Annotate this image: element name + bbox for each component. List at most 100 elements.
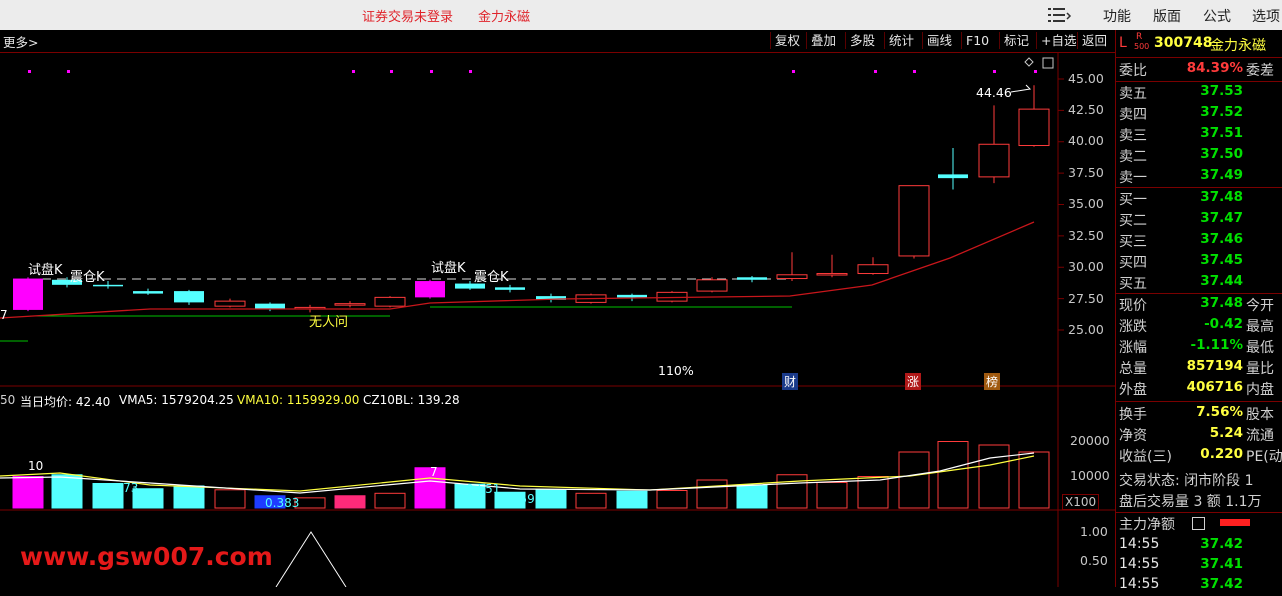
main-net-row[interactable]: 主力净额 [1116,513,1282,534]
volume-bar [214,489,246,509]
candle-body [978,143,1010,178]
candle-body [938,174,968,179]
market-tag-r: R [1136,32,1143,42]
wei-bi-row: 委比 84.39% 委差 [1116,59,1282,80]
main-net-label: 主力净额 [1119,517,1175,533]
quote-stat-row: 总量 857194 量比 [1116,357,1282,378]
volume-bar [937,441,969,509]
quote-stat-extra: 股本 [1246,407,1274,423]
quote-stat-label: 涨幅 [1119,340,1147,356]
volume-bar [616,490,648,509]
quote-stat-label: 外盘 [1119,382,1147,398]
statistics-button[interactable]: 统计 [884,32,918,49]
menu-options[interactable]: 选项 [1252,6,1280,26]
tick-time: 14:55 [1119,576,1160,592]
sell-order-label: 卖五 [1119,86,1147,102]
menu-function[interactable]: 功能 [1103,6,1131,26]
sell-order-label: 卖三 [1119,128,1147,144]
login-status: 证券交易未登录 [362,10,454,25]
menu-layout[interactable]: 版面 [1153,6,1181,26]
signal-dot [913,70,916,73]
quote-stat-label: 换手 [1119,407,1147,423]
candle-body [737,277,767,280]
window-stock-name: 金力永磁 [478,10,531,25]
candle-body [1018,108,1050,147]
candle-body [374,296,406,307]
candle-body [334,303,366,306]
sell-order-row: 卖一 37.49 [1116,166,1282,187]
price-tick: 35.00 [1068,196,1104,211]
volume-bar [374,492,406,509]
quote-stat-row: 外盘 406716 内盘 [1116,378,1282,399]
sell-order-value: 37.49 [1200,167,1243,183]
candle-body [93,284,123,287]
draw-line-button[interactable]: 画线 [922,32,956,49]
kline-chart-area[interactable]: 45.00 42.50 40.00 37.50 35.00 32.50 30.0… [0,53,1115,587]
quote-stat-row: 收益(三) 0.220 PE(动 [1116,445,1282,466]
divider [1116,401,1282,402]
candle-body [776,274,808,280]
tick-time: 14:55 [1119,556,1160,572]
buy-order-label: 买五 [1119,276,1147,292]
buy-order-row: 买五 37.44 [1116,272,1282,293]
sell-order-value: 37.51 [1200,125,1243,141]
ranking-tag[interactable]: 榜 [984,373,1001,390]
lower-indicator-line [275,531,347,587]
signal-dot [874,70,877,73]
price-tick: 42.50 [1068,102,1104,117]
site-watermark: www.gsw007.com [20,542,273,571]
f10-button[interactable]: F10 [961,32,993,49]
signal-dot [28,70,31,73]
signal-dot [1034,70,1037,73]
candle-body [617,294,647,298]
volume-value-label: 0.383 [265,496,300,510]
buy-order-row: 买三 37.46 [1116,230,1282,251]
stock-header[interactable]: L R 500 300748 金力永磁 [1116,32,1282,56]
signal-dot [352,70,355,73]
menu-formula[interactable]: 公式 [1203,6,1231,26]
kline-chart[interactable] [0,53,1115,587]
mark-button[interactable]: 标记 [999,32,1033,49]
candle-body [13,278,43,310]
list-icon[interactable] [1046,5,1072,25]
limit-up-tag[interactable]: 涨 [905,373,922,390]
candle-body [415,281,445,298]
grid-icon[interactable] [1192,517,1205,530]
buy-order-row: 买二 37.47 [1116,209,1282,230]
main-net-bar [1220,519,1250,526]
price-tick: 45.00 [1068,71,1104,86]
wei-bi-value: 84.39% [1186,60,1243,76]
more-button[interactable]: 更多> [3,32,38,51]
indicator-avg-price: 当日均价: 42.40 [20,395,111,409]
quote-stat-row: 净资 5.24 流通 [1116,424,1282,445]
volume-bar [978,444,1010,509]
add-watchlist-button[interactable]: +自选 [1036,32,1080,49]
restore-rights-button[interactable]: 复权 [770,32,804,49]
price-tick: 40.00 [1068,133,1104,148]
buy-order-value: 37.44 [1200,273,1243,289]
buy-order-value: 37.47 [1200,210,1243,226]
back-button[interactable]: 返回 [1077,32,1111,49]
volume-bar [575,492,607,509]
multi-stock-button[interactable]: 多股 [845,32,879,49]
tick-row: 14:55 37.41 [1116,555,1282,576]
finance-tag[interactable]: 财 [782,373,799,390]
indicator-vma10: VMA10: 1159929.00 [237,393,360,407]
volume-bar [898,451,930,509]
wei-bi-label: 委比 [1119,63,1147,79]
volume-bar [816,481,848,509]
volume-tick: 10000 [1070,468,1110,483]
quote-stat-extra: 内盘 [1246,382,1274,398]
candle-body [696,279,728,292]
buy-order-label: 买四 [1119,255,1147,271]
overlay-button[interactable]: 叠加 [806,32,840,49]
after-hours-row: 盘后交易量 3 额 1.1万 [1116,490,1282,511]
quote-stat-label: 现价 [1119,298,1147,314]
price-tick: 30.00 [1068,259,1104,274]
candle-body [656,291,688,302]
buy-order-label: 买三 [1119,234,1147,250]
tick-price: 37.42 [1200,576,1243,592]
shake-k-label: 震仓K [474,270,509,285]
tick-price: 37.42 [1200,536,1243,552]
chart-toolbar: 更多> 复权 叠加 多股 统计 画线 F10 标记 +自选 返回 [0,30,1115,53]
